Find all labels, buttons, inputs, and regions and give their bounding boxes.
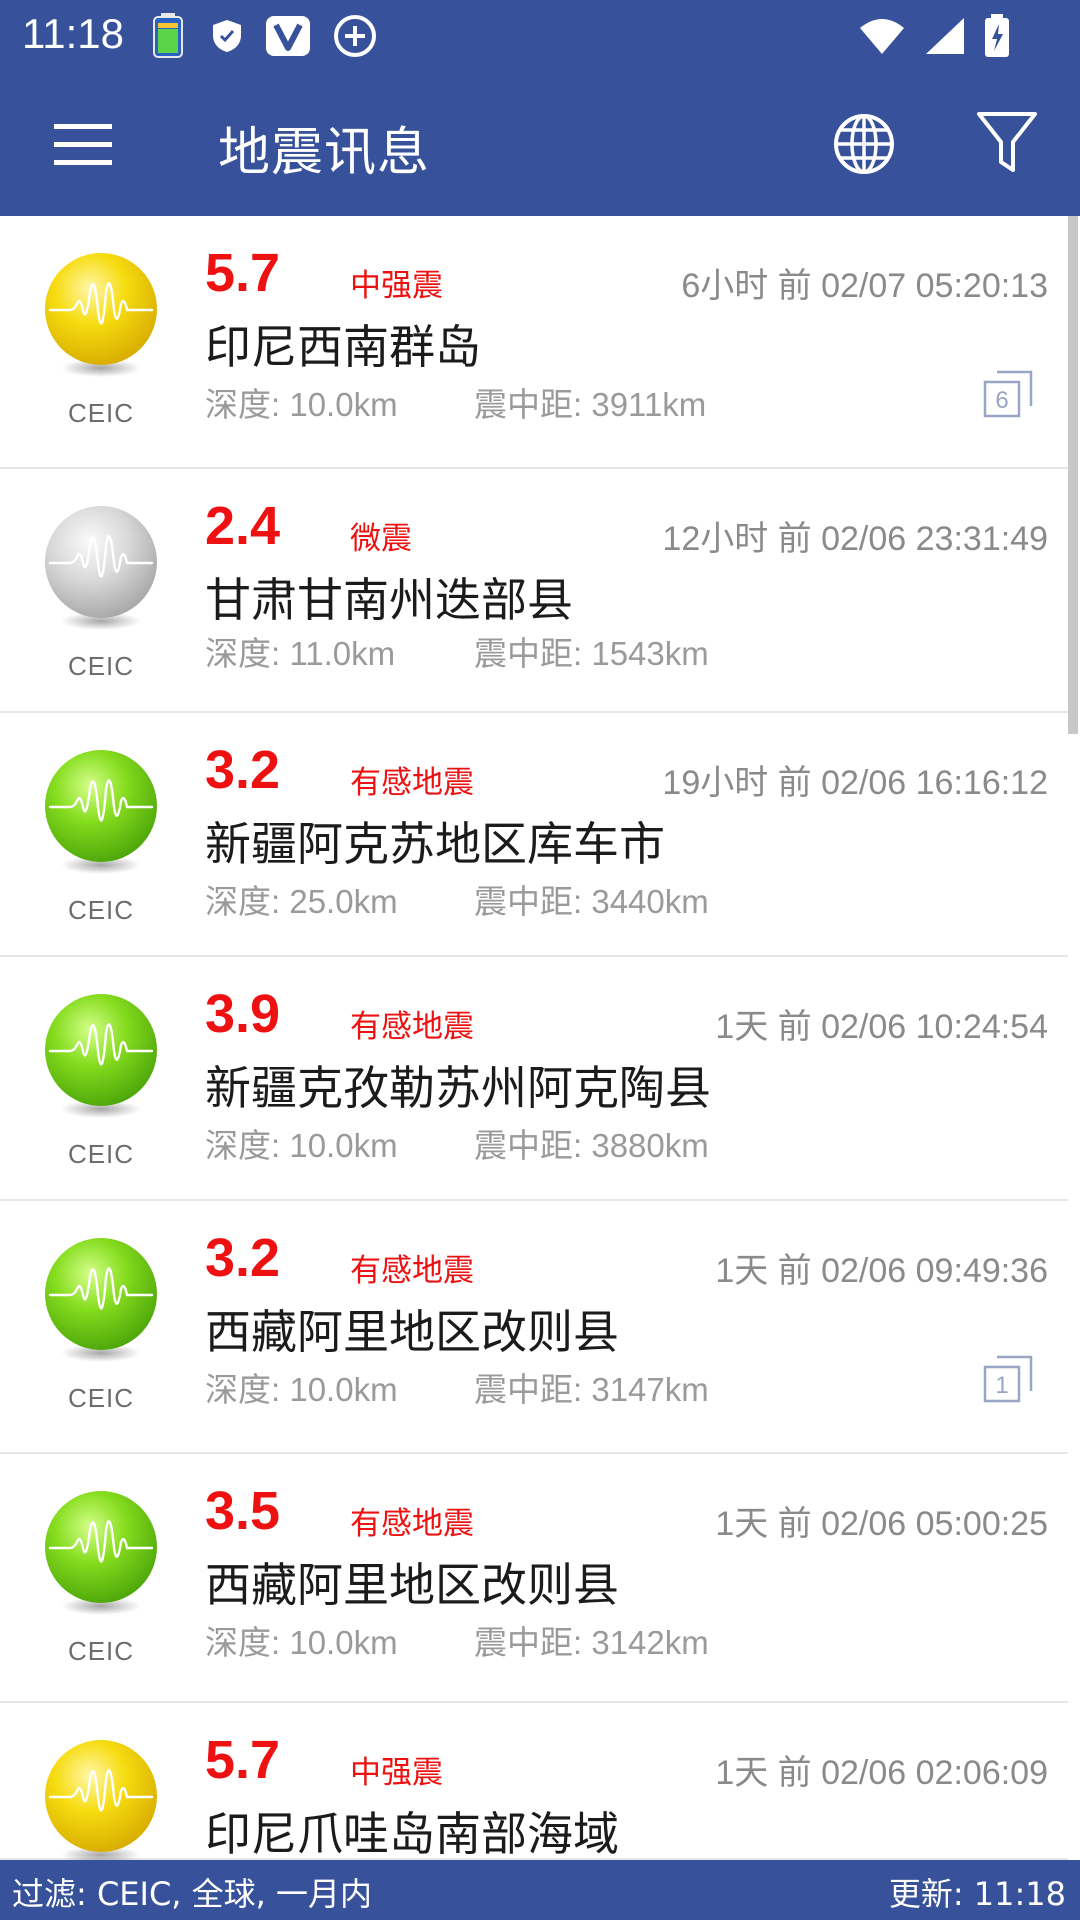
quake-time: 19小时 前 02/06 16:16:12 (662, 764, 1048, 802)
quake-list-item[interactable]: CEIC 3.5 有感地震 1天 前 02/06 05:00:25 西藏阿里地区改则县深… (0, 1454, 1068, 1703)
footer-bar: 过滤: CEIC, 全球, 一月内 更新: 11:18 (0, 1860, 1080, 1920)
quake-level-label: 有感地震 (350, 1506, 474, 1542)
magnitude-value: 3.2 (205, 1228, 281, 1288)
quake-time: 12小时 前 02/06 23:31:49 (662, 520, 1048, 558)
source-label: CEIC (67, 1139, 135, 1169)
quake-depth: 深度: 11.0km (205, 635, 396, 672)
magnitude-value: 5.7 (205, 243, 281, 303)
system-icons (858, 12, 1010, 60)
quake-time: 6小时 前 02/07 05:20:13 (681, 267, 1048, 305)
quake-depth: 深度: 10.0km (205, 386, 398, 423)
quake-time: 1天 前 02/06 05:00:25 (715, 1505, 1048, 1543)
quake-level-label: 有感地震 (350, 1009, 474, 1045)
quake-time: 1天 前 02/06 09:49:36 (715, 1252, 1048, 1290)
plus-circle-icon (334, 15, 376, 57)
quake-epicenter-distance: 震中距: 3440km (474, 883, 709, 920)
battery-app-icon (153, 13, 183, 58)
quake-epicenter-distance: 震中距: 3880km (474, 1127, 709, 1164)
quake-location: 新疆阿克苏地区库车市 (205, 817, 665, 871)
magnitude-ball-icon (45, 1238, 157, 1362)
magnitude-value: 5.7 (205, 1730, 281, 1790)
v-app-icon (266, 16, 310, 56)
related-count-text: 6 (995, 387, 1008, 414)
magnitude-ball-icon (45, 1491, 157, 1615)
quake-list-item[interactable]: CEIC 3.2 有感地震 19小时 前 02/06 16:16:12 新疆阿克苏地区库… (0, 713, 1068, 957)
quake-list[interactable]: CEIC 5.7 中强震 6小时 前 02/07 05:20:13 印尼西南群岛深度: … (0, 216, 1080, 1860)
quake-epicenter-distance: 震中距: 3147km (474, 1371, 709, 1408)
battery-charging-icon (985, 14, 1009, 57)
quake-time: 1天 前 02/06 10:24:54 (715, 1008, 1048, 1046)
globe-icon[interactable] (832, 112, 896, 176)
status-time: 11:18 (22, 10, 124, 57)
quake-epicenter-distance: 震中距: 1543km (474, 635, 709, 672)
quake-depth: 深度: 10.0km (205, 1624, 398, 1661)
quake-time: 1天 前 02/06 02:06:09 (715, 1754, 1048, 1792)
shield-icon (213, 20, 241, 52)
quake-list-item[interactable]: CEIC 3.2 有感地震 1天 前 02/06 09:49:36 西藏阿里地区改则县深… (0, 1201, 1068, 1454)
magnitude-ball-icon (45, 506, 157, 630)
magnitude-value: 2.4 (205, 496, 281, 556)
magnitude-value: 3.5 (205, 1481, 281, 1541)
notification-icons (146, 12, 378, 60)
filter-icon[interactable] (975, 110, 1039, 176)
magnitude-ball-icon (45, 994, 157, 1118)
source-label: CEIC (67, 895, 135, 925)
quake-epicenter-distance: 震中距: 3142km (474, 1624, 709, 1661)
quake-location: 西藏阿里地区改则县 (205, 1305, 619, 1359)
quake-level-label: 有感地震 (350, 765, 474, 801)
quake-depth: 深度: 25.0km (205, 883, 398, 920)
quake-level-label: 中强震 (350, 268, 443, 304)
quake-location: 甘肃甘南州迭部县 (205, 573, 573, 627)
source-label: CEIC (67, 1636, 135, 1666)
magnitude-ball-icon (45, 750, 157, 874)
magnitude-ball-icon (45, 1740, 157, 1860)
magnitude-value: 3.2 (205, 740, 281, 800)
quake-list-item[interactable]: CEIC 2.4 微震 12小时 前 02/06 23:31:49 甘肃甘南州迭部县深度… (0, 469, 1068, 713)
quake-level-label: 有感地震 (350, 1253, 474, 1289)
footer-filter-text[interactable]: 过滤: CEIC, 全球, 一月内 (12, 1869, 372, 1915)
status-bar: 11:18 (0, 0, 1080, 72)
source-label: CEIC (67, 651, 135, 681)
source-label: CEIC (67, 398, 135, 428)
scrollbar-thumb[interactable] (1068, 216, 1078, 734)
quake-location: 新疆克孜勒苏州阿克陶县 (205, 1061, 711, 1115)
quake-location: 印尼西南群岛 (205, 320, 481, 374)
signal-icon (926, 18, 964, 54)
related-count-text: 1 (995, 1372, 1008, 1399)
quake-location: 西藏阿里地区改则县 (205, 1558, 619, 1612)
wifi-icon (860, 19, 904, 54)
quake-list-item[interactable]: 5.7 中强震 1天 前 02/06 02:06:09 印尼爪哇岛南部海域 (0, 1703, 1068, 1860)
related-count-icon[interactable]: 1 (983, 1355, 1033, 1403)
quake-level-label: 中强震 (350, 1755, 443, 1791)
quake-location: 印尼爪哇岛南部海域 (205, 1807, 619, 1860)
magnitude-value: 3.9 (205, 984, 281, 1044)
menu-icon[interactable] (54, 122, 112, 168)
quake-list-item[interactable]: CEIC 3.9 有感地震 1天 前 02/06 10:24:54 新疆克孜勒苏州阿克陶… (0, 957, 1068, 1201)
app-title: 地震讯息 (218, 123, 431, 183)
source-label: CEIC (67, 1383, 135, 1413)
related-count-icon[interactable]: 6 (983, 370, 1033, 418)
footer-update-text: 更新: 11:18 (888, 1875, 1066, 1913)
quake-level-label: 微震 (350, 521, 412, 557)
quake-depth: 深度: 10.0km (205, 1371, 398, 1408)
app-bar: 地震讯息 (0, 72, 1080, 216)
magnitude-ball-icon (45, 253, 157, 377)
quake-list-item[interactable]: CEIC 5.7 中强震 6小时 前 02/07 05:20:13 印尼西南群岛深度: … (0, 216, 1068, 469)
quake-depth: 深度: 10.0km (205, 1127, 398, 1164)
quake-epicenter-distance: 震中距: 3911km (474, 386, 707, 423)
